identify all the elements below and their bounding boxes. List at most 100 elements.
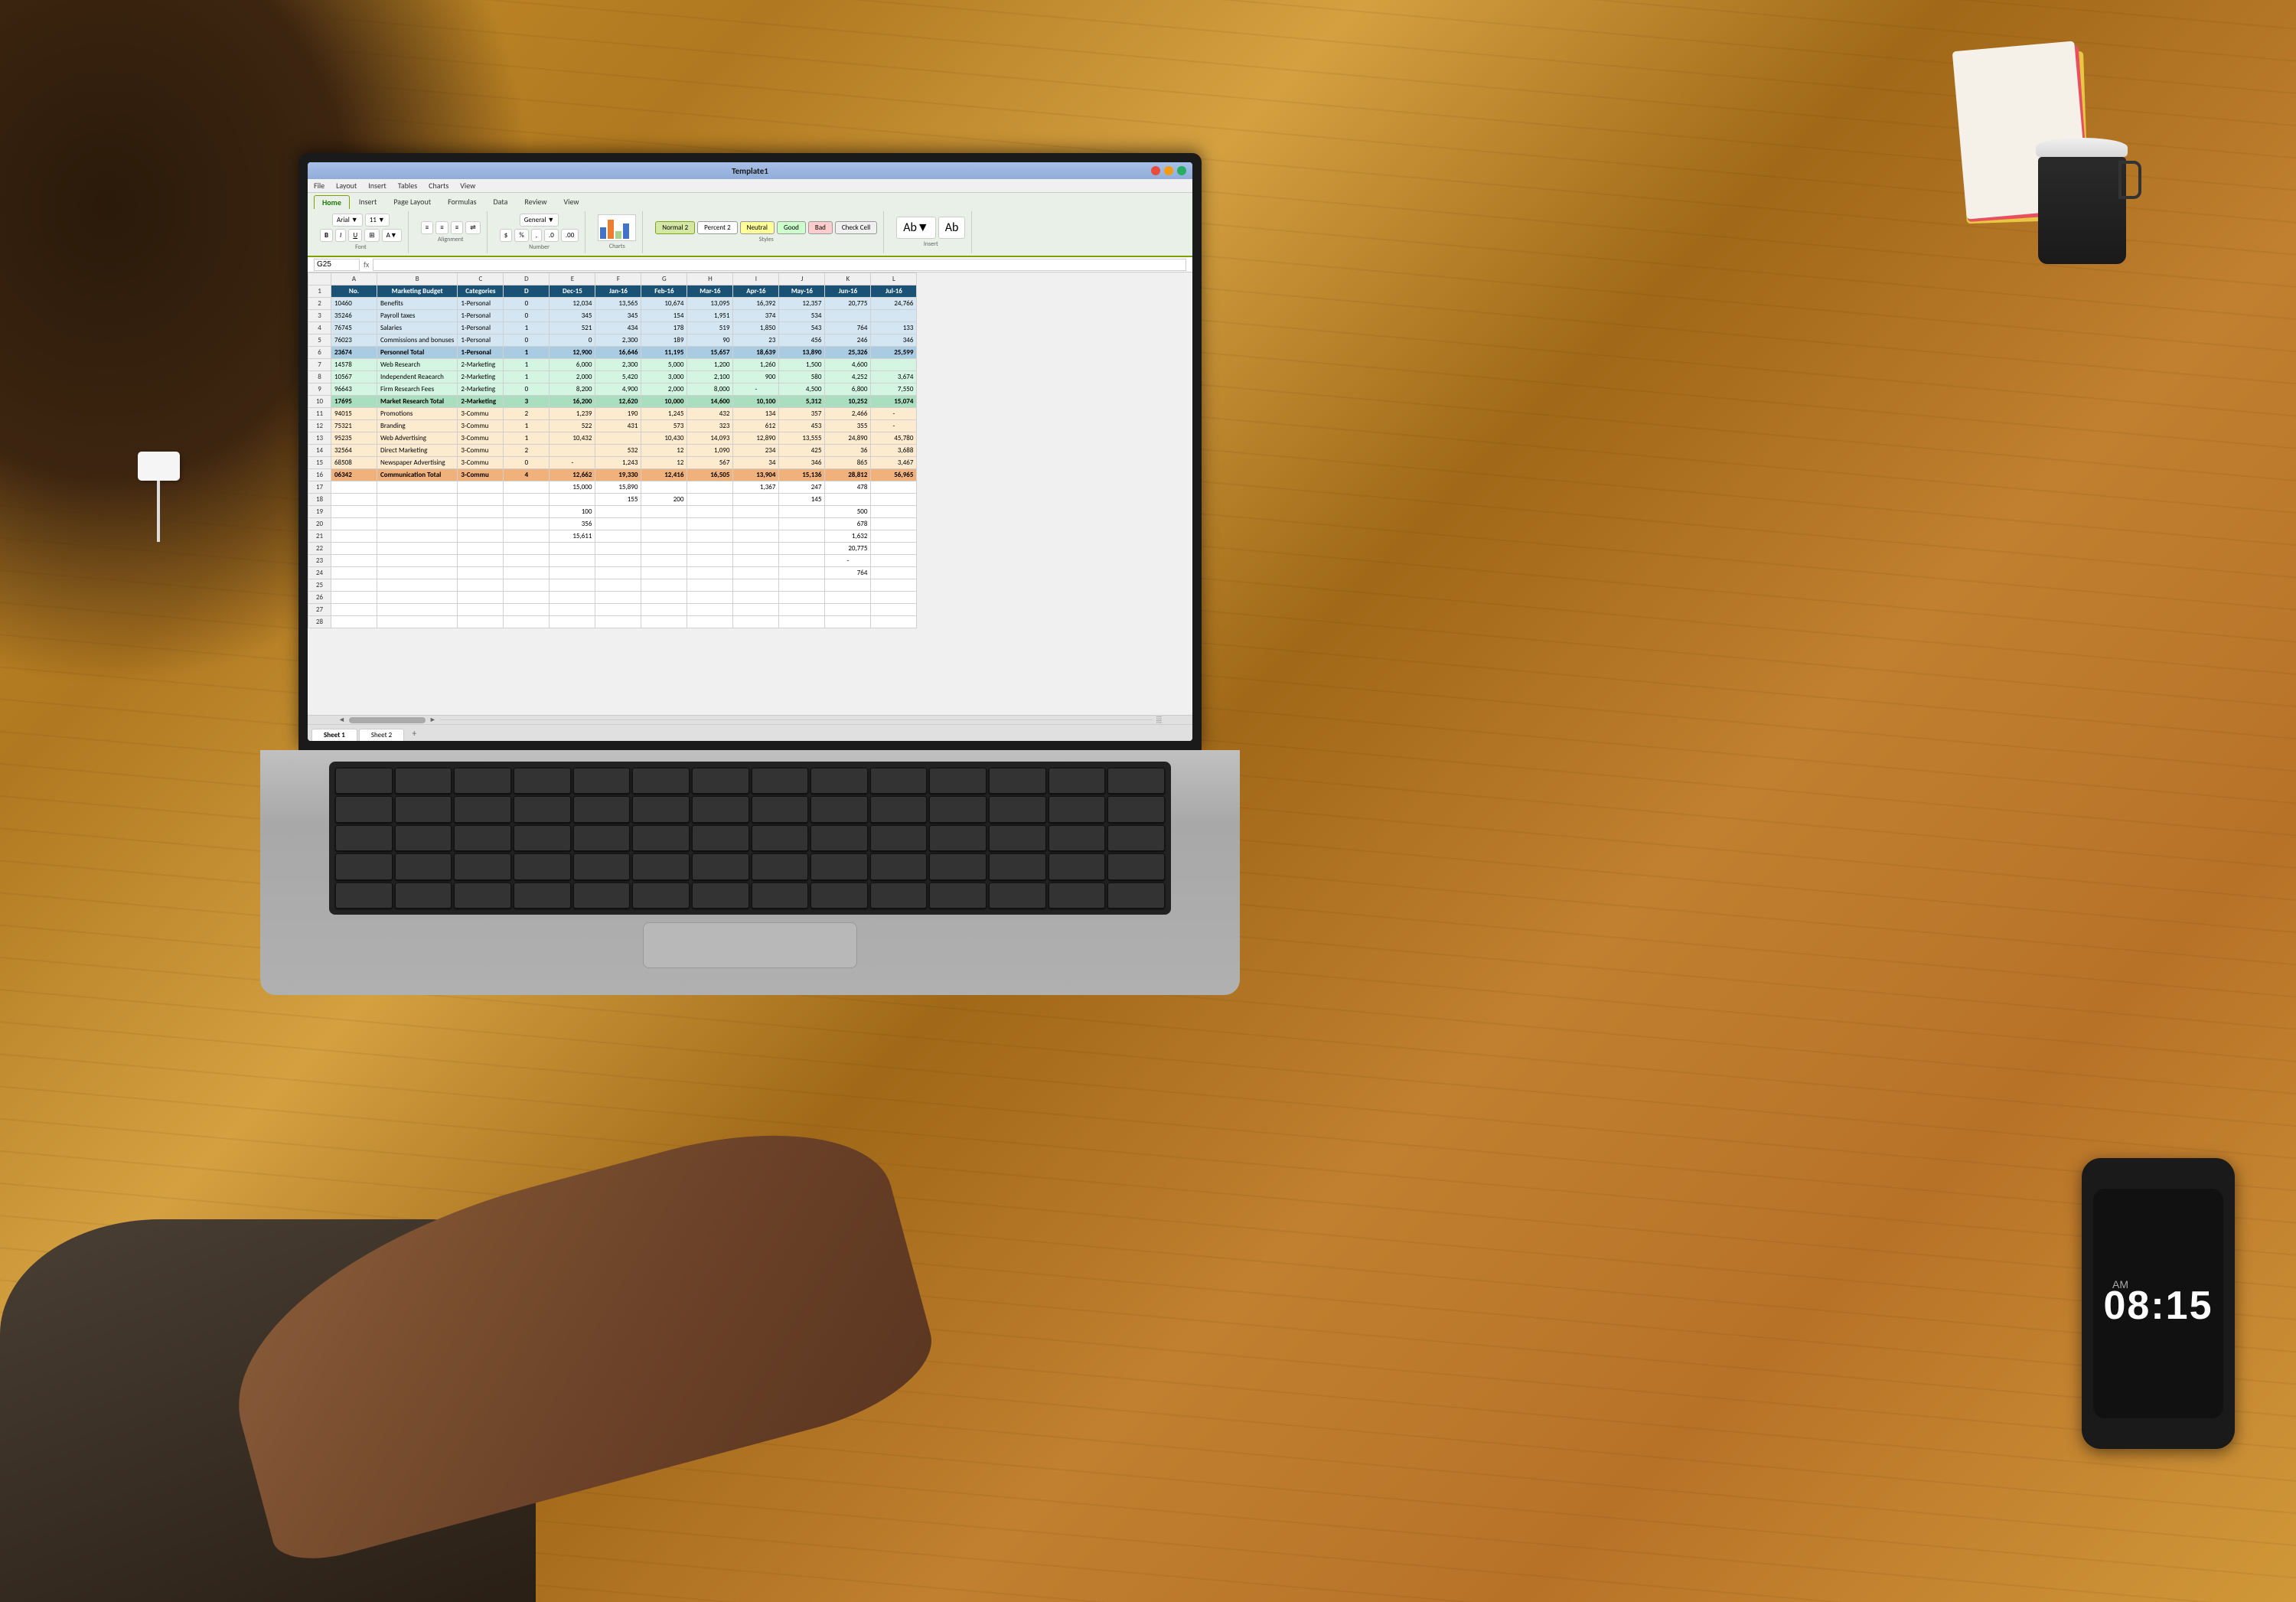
scroll-thumb[interactable]	[349, 717, 426, 723]
increase-decimal-button[interactable]: .00	[561, 229, 579, 242]
key[interactable]	[632, 883, 690, 909]
key[interactable]	[573, 796, 631, 822]
tab-review[interactable]: Review	[517, 195, 554, 209]
bold-button[interactable]: B	[320, 229, 333, 242]
style-percent-button[interactable]: Percent 2	[697, 221, 738, 234]
key[interactable]	[870, 825, 928, 851]
tab-page-layout[interactable]: Page Layout	[386, 195, 439, 209]
minimize-button[interactable]	[1164, 166, 1173, 175]
key[interactable]	[335, 853, 393, 879]
key[interactable]	[1049, 825, 1106, 851]
italic-button[interactable]: I	[335, 229, 346, 242]
key[interactable]	[632, 853, 690, 879]
key[interactable]	[454, 853, 511, 879]
col-g-header[interactable]: G	[641, 273, 687, 285]
maximize-button[interactable]	[1177, 166, 1186, 175]
cell-reference-input[interactable]	[314, 259, 360, 271]
align-left-button[interactable]: ≡	[421, 221, 433, 234]
key[interactable]	[989, 768, 1046, 794]
col-c-header[interactable]: C	[458, 273, 504, 285]
font-size-selector[interactable]: 11▼	[365, 214, 390, 227]
col-b-header[interactable]: B	[377, 273, 458, 285]
key[interactable]	[395, 883, 452, 909]
sheet-tab-1[interactable]: Sheet 1	[311, 729, 357, 741]
chart-preview[interactable]	[598, 214, 636, 241]
sheet-tab-2[interactable]: Sheet 2	[359, 729, 404, 741]
menu-view[interactable]: View	[460, 181, 475, 191]
percent-button[interactable]: %	[514, 229, 528, 242]
key[interactable]	[692, 796, 749, 822]
key[interactable]	[454, 796, 511, 822]
key[interactable]	[810, 796, 868, 822]
currency-button[interactable]: $	[500, 229, 513, 242]
key[interactable]	[573, 825, 631, 851]
align-center-button[interactable]: ≡	[435, 221, 448, 234]
style-bad-button[interactable]: Bad	[808, 221, 833, 234]
align-right-button[interactable]: ≡	[451, 221, 463, 234]
key[interactable]	[870, 883, 928, 909]
key[interactable]	[1049, 853, 1106, 879]
key[interactable]	[989, 883, 1046, 909]
fill-color-button[interactable]: A▼	[382, 229, 402, 242]
ab-insert-button[interactable]: Ab▼	[896, 217, 936, 239]
menu-file[interactable]: File	[314, 181, 325, 191]
trackpad[interactable]	[643, 922, 857, 968]
menu-layout[interactable]: Layout	[336, 181, 357, 191]
col-i-header[interactable]: I	[733, 273, 779, 285]
key[interactable]	[692, 883, 749, 909]
col-a-header[interactable]: A	[331, 273, 377, 285]
menu-charts[interactable]: Charts	[429, 181, 448, 191]
spreadsheet-area[interactable]: A B C D E F G H I J	[308, 272, 1192, 715]
key[interactable]	[395, 853, 452, 879]
key[interactable]	[752, 883, 809, 909]
ab-format-button[interactable]: Ab	[938, 217, 966, 239]
tab-view[interactable]: View	[556, 195, 586, 209]
key[interactable]	[989, 853, 1046, 879]
key[interactable]	[395, 825, 452, 851]
key[interactable]	[870, 853, 928, 879]
key[interactable]	[870, 768, 928, 794]
key[interactable]	[929, 796, 987, 822]
key[interactable]	[810, 883, 868, 909]
col-h-header[interactable]: H	[687, 273, 733, 285]
key[interactable]	[514, 796, 571, 822]
key[interactable]	[335, 883, 393, 909]
key[interactable]	[752, 853, 809, 879]
number-format-selector[interactable]: General ▼	[520, 214, 559, 227]
key[interactable]	[454, 768, 511, 794]
key[interactable]	[929, 825, 987, 851]
tab-home[interactable]: Home	[314, 195, 350, 209]
col-l-header[interactable]: L	[871, 273, 917, 285]
key[interactable]	[870, 796, 928, 822]
key[interactable]	[989, 796, 1046, 822]
tab-data[interactable]: Data	[486, 195, 516, 209]
key[interactable]	[573, 853, 631, 879]
key[interactable]	[692, 825, 749, 851]
horizontal-scrollbar[interactable]: ◄ ► ⁞⁞⁞	[308, 715, 1192, 724]
key[interactable]	[1107, 883, 1165, 909]
tab-formulas[interactable]: Formulas	[440, 195, 484, 209]
key[interactable]	[810, 768, 868, 794]
key[interactable]	[1107, 796, 1165, 822]
key[interactable]	[335, 796, 393, 822]
keyboard[interactable]	[329, 762, 1171, 915]
key[interactable]	[632, 825, 690, 851]
style-neutral-button[interactable]: Neutral	[740, 221, 775, 234]
key[interactable]	[514, 883, 571, 909]
key[interactable]	[1107, 768, 1165, 794]
key[interactable]	[573, 768, 631, 794]
key[interactable]	[929, 768, 987, 794]
col-k-header[interactable]: K	[825, 273, 871, 285]
key[interactable]	[514, 825, 571, 851]
key[interactable]	[1107, 825, 1165, 851]
border-button[interactable]: ⊞	[364, 229, 380, 242]
key[interactable]	[632, 796, 690, 822]
key[interactable]	[692, 768, 749, 794]
key[interactable]	[752, 825, 809, 851]
style-normal-button[interactable]: Normal 2	[655, 221, 695, 234]
wrap-text-button[interactable]: ⇌	[465, 221, 481, 234]
key[interactable]	[454, 825, 511, 851]
decrease-decimal-button[interactable]: .0	[544, 229, 559, 242]
add-sheet-button[interactable]: +	[406, 727, 422, 741]
col-e-header[interactable]: E	[550, 273, 595, 285]
